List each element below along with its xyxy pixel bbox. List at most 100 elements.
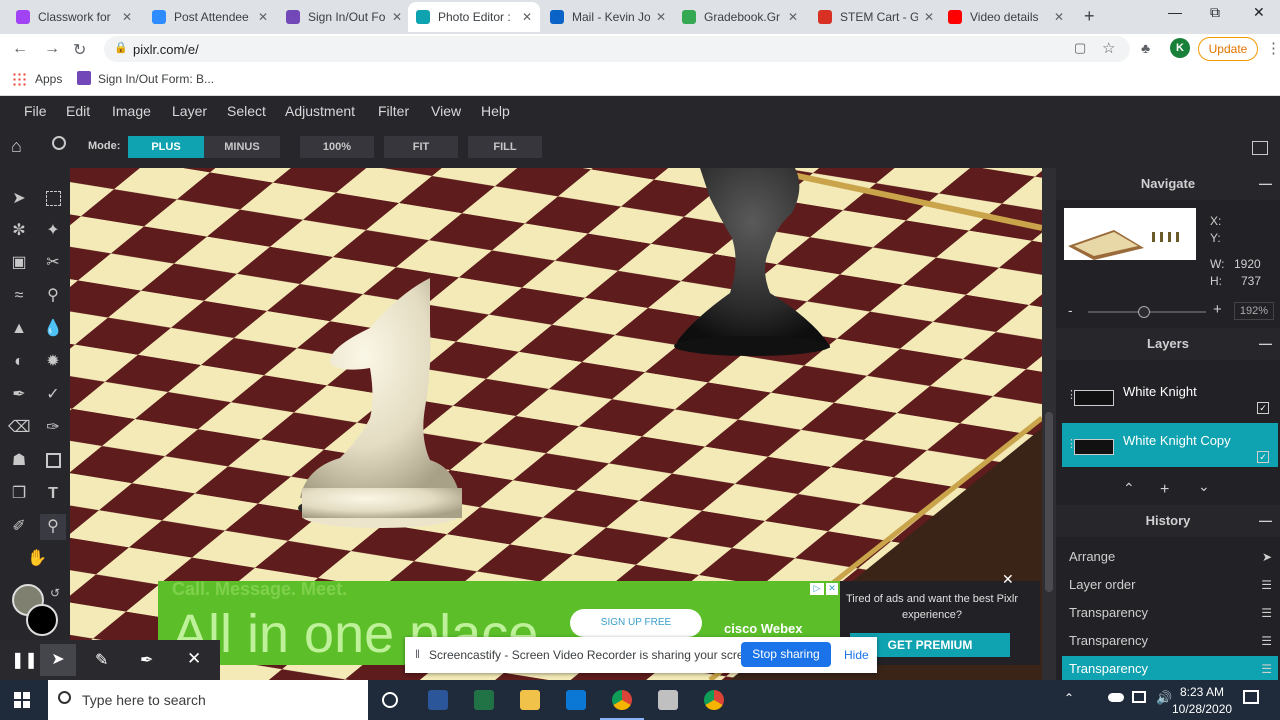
share-icon[interactable]: ▢ — [1074, 40, 1086, 56]
zoom-percent-field[interactable]: 192% — [1234, 302, 1274, 320]
navigate-thumbnail[interactable] — [1064, 208, 1196, 260]
tab-close-icon[interactable]: ✕ — [788, 10, 798, 24]
menu-adjustment[interactable]: Adjustment — [285, 103, 355, 119]
pointer-tool-icon[interactable]: ➤ — [40, 644, 76, 676]
pen-draw-icon[interactable]: ✎ — [95, 650, 108, 670]
mode-minus-button[interactable]: MINUS — [204, 136, 280, 158]
hide-button[interactable]: Hide — [844, 648, 869, 662]
mail-icon[interactable] — [566, 690, 586, 710]
layer-move-down-icon[interactable]: ⌄ — [1198, 478, 1210, 495]
color-replace-tool-icon[interactable]: ✑ — [42, 417, 64, 439]
menu-view[interactable]: View — [431, 103, 461, 119]
menu-image[interactable]: Image — [112, 103, 151, 119]
layer-visibility-checkbox[interactable]: ✓ — [1257, 451, 1269, 463]
menu-filter[interactable]: Filter — [378, 103, 409, 119]
layer-move-up-icon[interactable]: ⌃ — [1123, 480, 1135, 497]
crop-tool-icon[interactable]: ▣ — [8, 252, 30, 274]
menu-layer[interactable]: Layer — [172, 103, 207, 119]
browser-menu-icon[interactable]: ⋮ — [1266, 39, 1280, 57]
magic-wand-tool-icon[interactable]: ✦ — [42, 220, 64, 242]
minimize-button[interactable]: — — [1168, 4, 1182, 20]
word-icon[interactable] — [428, 690, 448, 710]
history-item[interactable]: Arrange ➤ — [1062, 544, 1278, 570]
layer-row[interactable]: ⋮ White Knight Copy ✓ — [1062, 423, 1278, 467]
history-item[interactable]: Layer order ☰ — [1062, 572, 1278, 598]
reload-icon[interactable]: ↻ — [73, 40, 86, 60]
pause-icon[interactable]: ❚❚ — [11, 650, 38, 670]
maximize-button[interactable]: ⧉ — [1210, 4, 1220, 21]
taskbar-search-box[interactable]: Type here to search — [48, 680, 368, 720]
hand-tool-icon[interactable]: ✋ — [26, 548, 48, 570]
browser-tab[interactable]: STEM Cart - G ✕ — [810, 2, 942, 32]
windows-start-icon[interactable] — [14, 692, 30, 708]
canvas-scrollbar[interactable] — [1042, 168, 1056, 680]
history-item[interactable]: Transparency ☰ — [1062, 656, 1278, 682]
menu-select[interactable]: Select — [227, 103, 266, 119]
text-tool-icon[interactable]: T — [42, 483, 64, 505]
lasso-tool-icon[interactable]: ✼ — [8, 220, 30, 242]
navigate-collapse-icon[interactable]: — — [1259, 168, 1272, 200]
fit-button[interactable]: FIT — [384, 136, 458, 158]
tab-close-icon[interactable]: ✕ — [522, 10, 532, 24]
zoom-in-button[interactable]: + — [1213, 301, 1222, 318]
layers-panel-header[interactable]: Layers — — [1056, 328, 1280, 360]
star-icon[interactable]: ☆ — [1102, 39, 1115, 57]
tray-chevron-icon[interactable]: ⌃ — [1064, 691, 1074, 705]
back-icon[interactable]: ← — [12, 40, 28, 58]
scrollbar-thumb[interactable] — [1045, 412, 1053, 592]
chrome-icon[interactable] — [612, 690, 632, 710]
clone-stamp-tool-icon[interactable]: ▲ — [8, 318, 30, 340]
eyedropper-tool-icon[interactable]: ✐ — [8, 516, 30, 538]
layer-thumbnail[interactable] — [1074, 439, 1114, 455]
menu-edit[interactable]: Edit — [66, 103, 90, 119]
bookmark-sign-in-out[interactable]: Sign In/Out Form: B... — [98, 72, 214, 86]
tab-close-icon[interactable]: ✕ — [1054, 10, 1064, 24]
tab-close-icon[interactable]: ✕ — [258, 10, 268, 24]
layer-row[interactable]: ⋮ White Knight ✓ — [1062, 374, 1278, 418]
zoom-out-button[interactable]: - — [1068, 302, 1073, 318]
browser-tab[interactable]: Post Attendee ✕ — [144, 2, 276, 32]
browser-tab[interactable]: Photo Editor : ✕ — [408, 2, 540, 32]
stop-sharing-button[interactable]: Stop sharing — [741, 642, 831, 667]
history-collapse-icon[interactable]: — — [1259, 505, 1272, 537]
browser-tab[interactable]: Classwork for ✕ — [8, 2, 140, 32]
onedrive-icon[interactable] — [1108, 693, 1124, 702]
background-color-swatch[interactable] — [26, 604, 58, 636]
collapse-panel-icon[interactable] — [1252, 141, 1268, 155]
layer-thumbnail[interactable] — [1074, 390, 1114, 406]
new-tab-button[interactable]: + — [1084, 6, 1095, 27]
history-item[interactable]: Transparency ☰ — [1062, 628, 1278, 654]
tab-close-icon[interactable]: ✕ — [656, 10, 666, 24]
address-bar[interactable]: 🔒 pixlr.com/e/ ▢ ☆ — [104, 36, 1130, 62]
swap-colors-icon[interactable]: ↺ — [50, 586, 60, 600]
home-icon[interactable]: ⌂ — [11, 136, 22, 157]
layer-add-icon[interactable]: + — [1160, 481, 1169, 499]
tab-close-icon[interactable]: ✕ — [122, 10, 132, 24]
premium-close-icon[interactable]: ✕ — [1002, 571, 1014, 588]
forward-icon[interactable]: → — [44, 40, 60, 58]
browser-tab[interactable]: Mail - Kevin Jo ✕ — [542, 2, 674, 32]
apps-grid-icon[interactable] — [12, 72, 26, 86]
notifications-icon[interactable] — [1243, 690, 1259, 704]
menu-file[interactable]: File — [24, 103, 47, 119]
fill-tool-icon[interactable]: ☗ — [8, 450, 30, 472]
clock-time[interactable]: 8:23 AM — [1180, 685, 1224, 699]
history-panel-header[interactable]: History — — [1056, 505, 1280, 537]
heal-tool-icon[interactable]: ⚲ — [42, 285, 64, 307]
volume-icon[interactable]: 🔊 — [1156, 690, 1172, 706]
highlighter-icon[interactable]: ✒ — [140, 650, 153, 670]
ad-close-icon[interactable]: ✕ — [826, 583, 838, 595]
layer-tool-icon[interactable]: ❐ — [8, 483, 30, 505]
liquify-tool-icon[interactable]: ≈ — [8, 285, 30, 307]
zoom-slider-handle[interactable] — [1138, 306, 1150, 318]
marquee-tool-icon[interactable] — [42, 188, 64, 210]
screen-tool-icon[interactable] — [658, 690, 678, 710]
profile-avatar[interactable]: K — [1170, 38, 1190, 58]
eraser-tool-icon[interactable]: ⌫ — [8, 417, 31, 439]
cortana-icon[interactable] — [382, 692, 398, 708]
zoom-slider[interactable] — [1088, 306, 1206, 318]
layers-collapse-icon[interactable]: — — [1259, 328, 1272, 360]
arrange-tool-icon[interactable]: ➤ — [8, 188, 30, 210]
browser-tab[interactable]: Gradebook.Gr ✕ — [674, 2, 806, 32]
chrome-icon-2[interactable] — [704, 690, 724, 710]
